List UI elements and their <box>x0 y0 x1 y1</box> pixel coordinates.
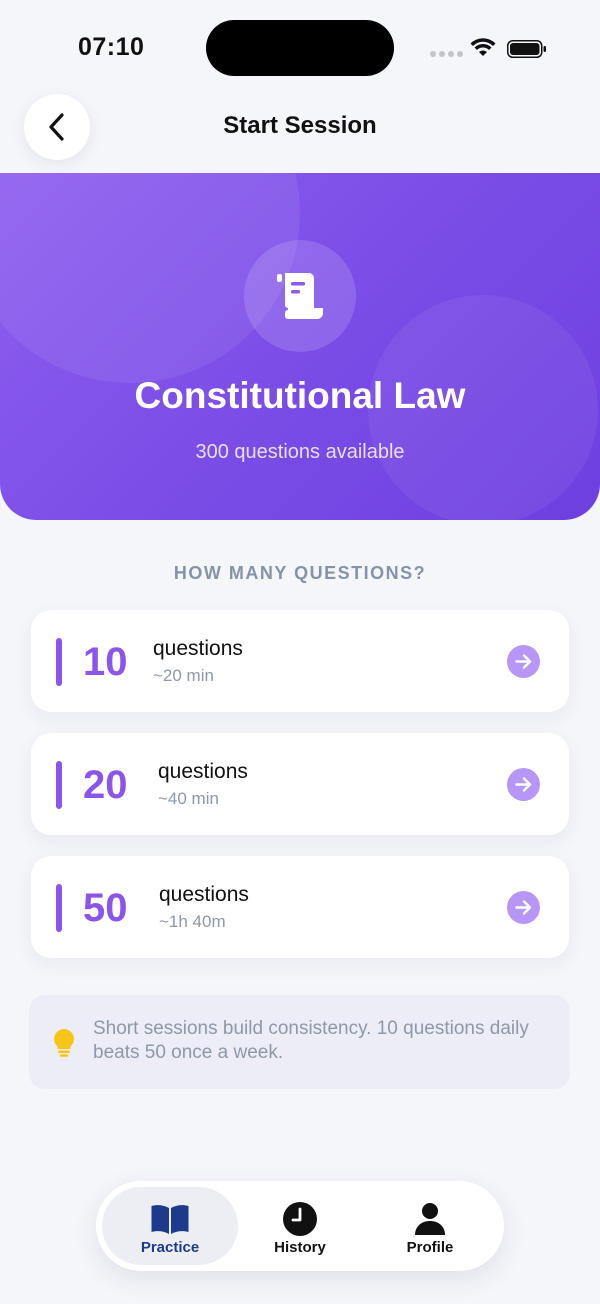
subject-title: Constitutional Law <box>134 375 466 416</box>
start-session-screen: 07:10 Start Session Constitutional Law 3… <box>0 0 600 1304</box>
status-time: 07:10 <box>78 33 145 61</box>
tab-bar: Practice History Profile <box>96 1181 504 1271</box>
page-title: Start Session <box>223 112 377 139</box>
status-bar: 07:10 <box>0 0 600 96</box>
tab-practice[interactable]: Practice <box>102 1187 238 1265</box>
clock-icon <box>280 1201 320 1237</box>
arrow-right-icon[interactable] <box>507 645 540 678</box>
card-accent-bar <box>56 761 62 809</box>
card-label: questions <box>158 760 248 783</box>
card-accent-bar <box>56 884 62 932</box>
tab-label: Practice <box>140 1239 200 1256</box>
tab-history[interactable]: History <box>232 1187 368 1265</box>
tab-profile[interactable]: Profile <box>362 1187 498 1265</box>
subject-hero: Constitutional Law 300 questions availab… <box>0 173 600 520</box>
hero-icon-badge <box>244 240 356 352</box>
tip-box: Short sessions build consistency. 10 que… <box>29 995 570 1089</box>
section-label: HOW MANY QUESTIONS? <box>173 563 427 583</box>
wifi-icon <box>470 38 496 56</box>
tab-label: History <box>274 1239 326 1256</box>
question-count: 50 <box>83 886 128 930</box>
signal-icon <box>430 51 463 57</box>
question-count: 20 <box>83 763 128 807</box>
arrow-right-icon[interactable] <box>507 891 540 924</box>
card-label: questions <box>159 883 249 906</box>
book-icon <box>150 1201 190 1237</box>
option-card-20[interactable]: 20 questions ~40 min <box>31 733 569 835</box>
card-duration: ~40 min <box>158 789 219 808</box>
card-accent-bar <box>56 638 62 686</box>
person-icon <box>410 1201 450 1237</box>
card-duration: ~1h 40m <box>159 912 226 931</box>
option-card-10[interactable]: 10 questions ~20 min <box>31 610 569 712</box>
scroll-icon <box>277 273 323 319</box>
option-card-50[interactable]: 50 questions ~1h 40m <box>31 856 569 958</box>
question-count: 10 <box>83 640 128 684</box>
card-duration: ~20 min <box>153 666 214 685</box>
dynamic-island <box>206 20 394 76</box>
tab-label: Profile <box>406 1239 454 1256</box>
lightbulb-icon <box>54 1029 74 1057</box>
arrow-right-icon[interactable] <box>507 768 540 801</box>
question-count-subtitle: 300 questions available <box>195 441 405 463</box>
battery-icon <box>507 40 546 58</box>
card-label: questions <box>153 637 243 660</box>
tip-text: Short sessions build consistency. 10 que… <box>93 1018 529 1063</box>
header: Start Session <box>0 90 600 174</box>
